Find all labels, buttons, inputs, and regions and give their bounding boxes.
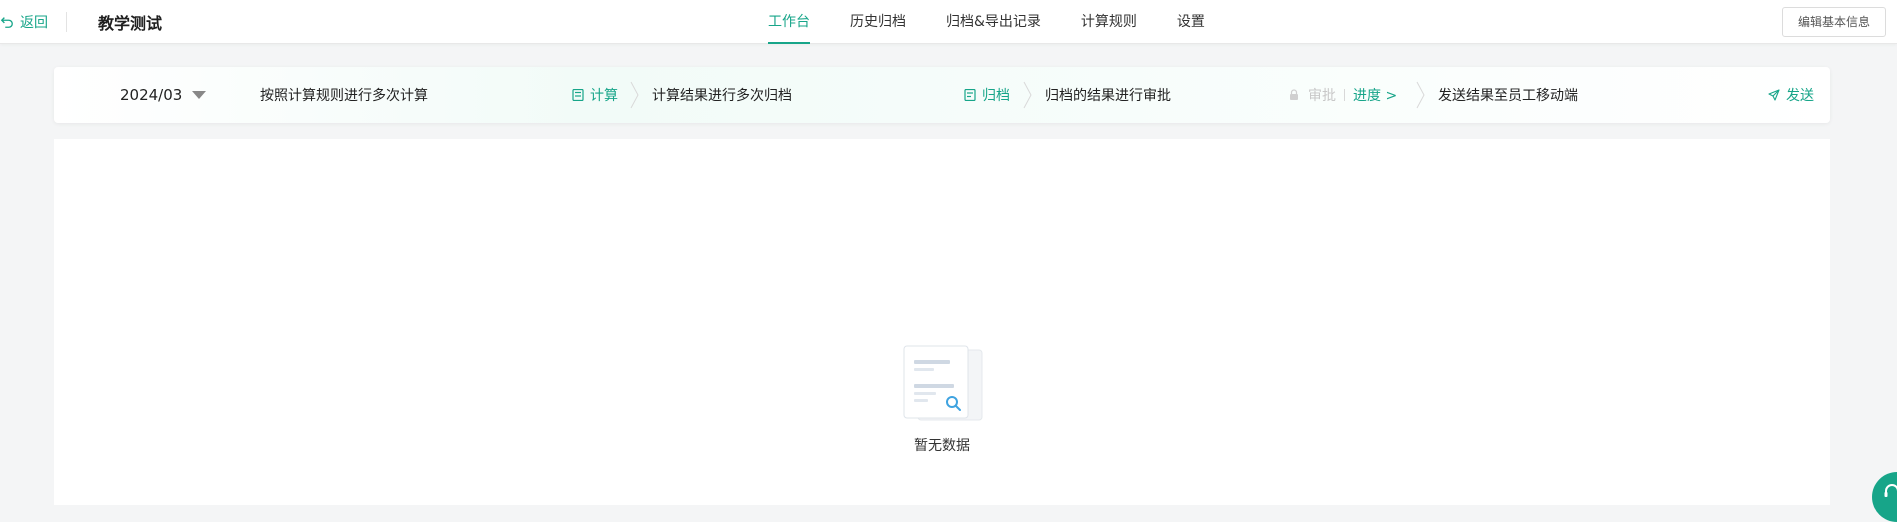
headset-icon — [1884, 484, 1897, 497]
undo-icon — [0, 17, 13, 28]
step-approve-description: 归档的结果进行审批 — [1045, 88, 1171, 104]
calculate-label: 计算 — [590, 88, 618, 104]
customer-service-button[interactable] — [1872, 472, 1897, 522]
calculate-button[interactable]: 计算 — [572, 67, 618, 123]
approve-label: 审批 — [1308, 88, 1336, 104]
tab-history-archive[interactable]: 历史归档 — [850, 0, 906, 44]
chevron-right-icon — [630, 67, 640, 123]
empty-document-icon — [903, 345, 983, 421]
lock-icon — [1290, 89, 1298, 100]
main-content-panel: 暂无数据 — [54, 139, 1830, 505]
chevron-right-icon — [1416, 67, 1426, 123]
approve-divider — [1344, 89, 1345, 101]
calculator-icon — [572, 89, 584, 101]
send-label: 发送 — [1786, 88, 1814, 104]
archive-button[interactable]: 归档 — [964, 67, 1010, 123]
period-value: 2024/03 — [120, 86, 183, 104]
tab-workbench[interactable]: 工作台 — [768, 0, 810, 44]
edit-basic-info-button[interactable]: 编辑基本信息 — [1782, 7, 1886, 37]
step-send-description: 发送结果至员工移动端 — [1438, 88, 1578, 104]
step-calc-description: 按照计算规则进行多次计算 — [260, 88, 428, 104]
back-button[interactable]: 返回 — [0, 11, 48, 33]
tab-archive-export-records[interactable]: 归档&导出记录 — [946, 0, 1041, 44]
tab-settings[interactable]: 设置 — [1177, 0, 1205, 44]
step-archive-description: 计算结果进行多次归档 — [652, 88, 792, 104]
approve-button[interactable]: 审批 进度 > — [1288, 67, 1397, 123]
chevron-right-icon — [1023, 67, 1033, 123]
progress-link[interactable]: 进度 > — [1353, 85, 1397, 105]
page-title: 教学测试 — [98, 14, 163, 33]
header-divider — [66, 12, 67, 32]
send-icon — [1768, 89, 1780, 101]
main-tabs: 工作台 历史归档 归档&导出记录 计算规则 设置 — [768, 0, 1245, 44]
send-button[interactable]: 发送 — [1768, 67, 1814, 123]
archive-label: 归档 — [982, 88, 1010, 104]
workflow-bar: 2024/03 按照计算规则进行多次计算 计算 计算结果进行多次归档 归档 归档… — [54, 67, 1830, 123]
caret-down-icon — [192, 91, 207, 99]
period-selector[interactable]: 2024/03 — [120, 67, 207, 123]
empty-state-text: 暂无数据 — [914, 438, 970, 454]
back-label: 返回 — [20, 15, 48, 31]
top-header: 返回 教学测试 工作台 历史归档 归档&导出记录 计算规则 设置 编辑基本信息 — [0, 0, 1897, 44]
tab-calculation-rules[interactable]: 计算规则 — [1081, 0, 1137, 44]
archive-icon — [964, 89, 976, 101]
